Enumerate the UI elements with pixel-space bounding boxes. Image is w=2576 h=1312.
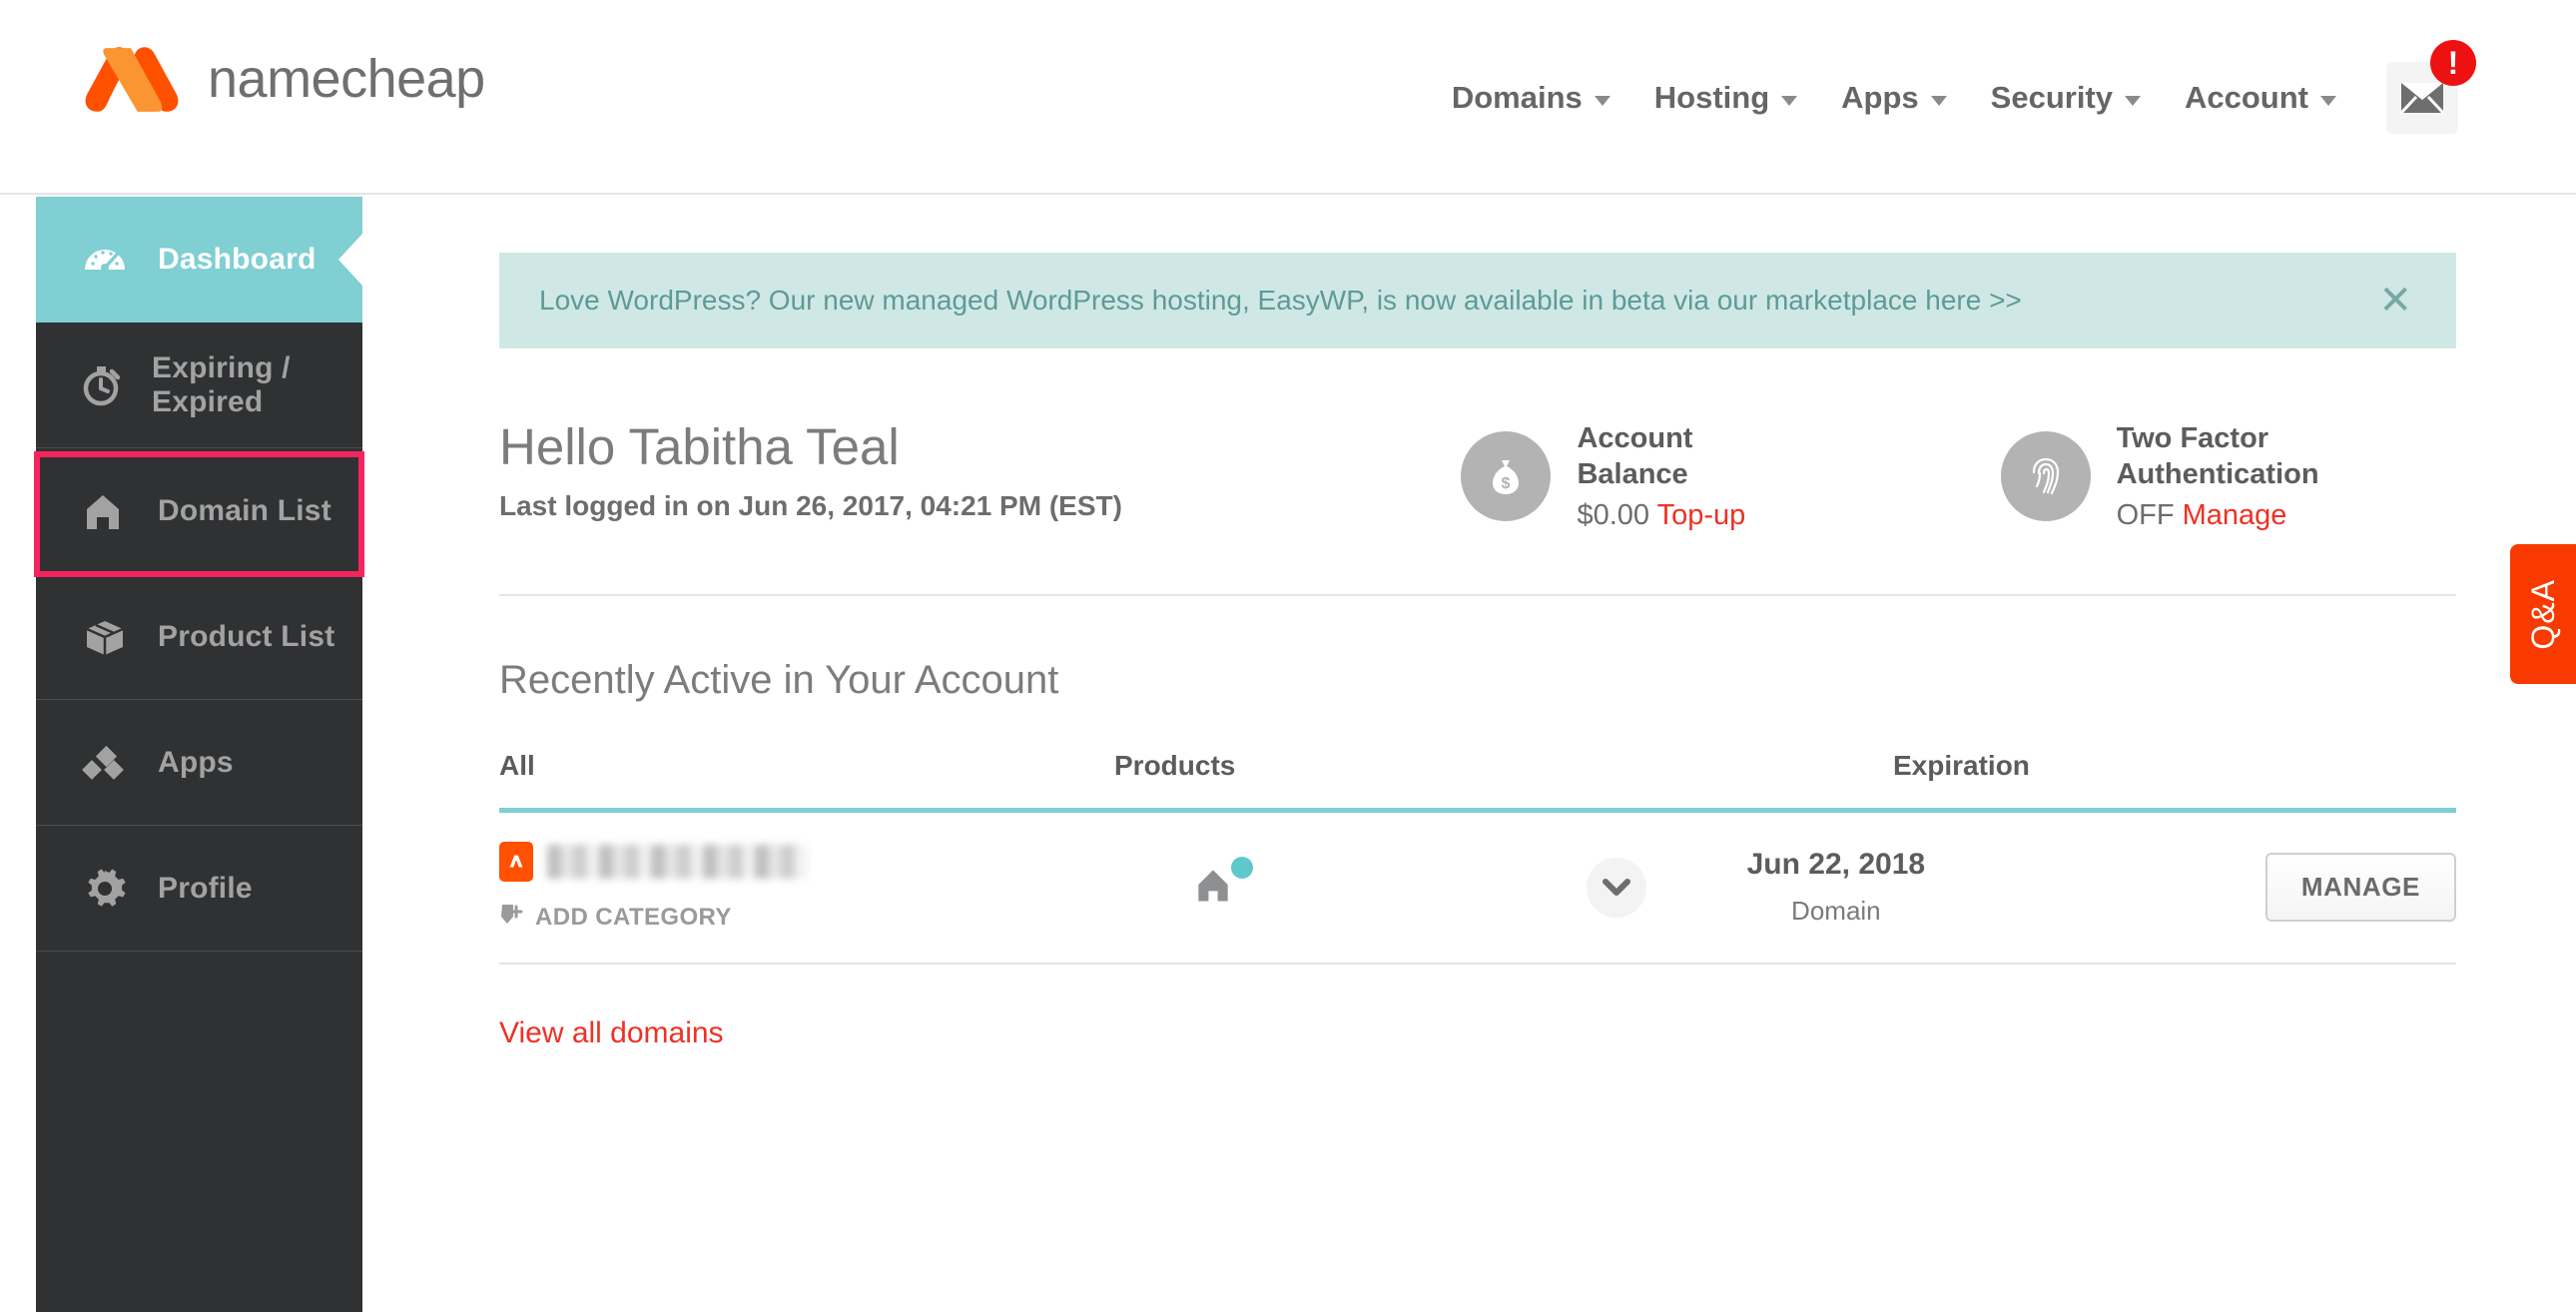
box-icon	[78, 610, 132, 664]
column-header-expiration: Expiration	[1893, 749, 2030, 781]
left-sidebar: Dashboard Expiring / Expired Domain List	[36, 197, 362, 1312]
qa-feedback-tab[interactable]: Q&A	[2510, 544, 2576, 684]
brand-logo[interactable]: namecheap	[78, 42, 485, 116]
primary-navigation: Domains Hosting Apps Security Account !	[1430, 40, 2476, 134]
nav-label-hosting: Hosting	[1653, 80, 1770, 115]
namecheap-chip-icon	[499, 842, 533, 882]
greeting-block: Hello Tabitha Teal Last logged in on Jun…	[499, 420, 1461, 522]
chevron-down-icon	[1781, 95, 1798, 106]
chevron-down-icon	[1602, 878, 1630, 896]
gear-icon	[78, 862, 132, 916]
svg-text:$: $	[1502, 475, 1511, 492]
products-cell	[937, 857, 1646, 918]
top-header: namecheap Domains Hosting Apps Security …	[0, 0, 2576, 195]
expiration-date: Jun 22, 2018	[1746, 848, 1926, 881]
sidebar-item-domain-list[interactable]: Domain List	[36, 448, 362, 574]
tag-plus-icon	[499, 902, 525, 933]
table-row: ADD CATEGORY Jun 22, 2018 Domain MANAGE	[499, 813, 2456, 965]
money-bag-icon: $	[1461, 430, 1552, 521]
view-all-domains-link[interactable]: View all domains	[499, 1016, 724, 1050]
sidebar-label-expiring-expired: Expiring / Expired	[152, 350, 291, 418]
nav-item-security[interactable]: Security	[1969, 80, 2163, 116]
column-header-all[interactable]: All	[499, 750, 1114, 808]
expand-row-button[interactable]	[1586, 857, 1646, 918]
product-house-icon-wrap	[1191, 857, 1253, 912]
expiration-cell: Jun 22, 2018 Domain MANAGE	[1646, 848, 2456, 927]
two-factor-state: OFF	[2116, 498, 2175, 531]
main-content: Love WordPress? Our new managed WordPres…	[362, 197, 2576, 1312]
qa-tab-label: Q&A	[2524, 578, 2561, 650]
sidebar-item-profile[interactable]: Profile	[36, 826, 362, 952]
recent-table-header: All Products Expiration	[499, 750, 2456, 813]
two-factor-manage-link[interactable]: Manage	[2183, 499, 2287, 531]
stopwatch-icon	[78, 358, 126, 412]
chevron-down-icon	[1594, 95, 1610, 106]
nav-label-account: Account	[2185, 80, 2308, 115]
domain-name-line	[499, 842, 937, 882]
nav-label-domains: Domains	[1451, 80, 1583, 115]
manage-button[interactable]: MANAGE	[2264, 853, 2456, 922]
nav-label-security: Security	[1990, 80, 2113, 115]
close-icon[interactable]: ✕	[2378, 281, 2412, 321]
sidebar-item-product-list[interactable]: Product List	[36, 574, 362, 700]
chevron-down-icon	[2125, 95, 2141, 106]
sidebar-label-dashboard: Dashboard	[158, 243, 317, 276]
two-factor-label: Two Factor Authentication	[2116, 422, 2319, 491]
product-status-dot	[1230, 857, 1253, 879]
domain-cell: ADD CATEGORY	[499, 842, 937, 933]
last-login-text: Last logged in on Jun 26, 2017, 04:21 PM…	[499, 489, 1122, 521]
column-header-products: Products	[1114, 749, 1236, 781]
add-category-button[interactable]: ADD CATEGORY	[499, 902, 937, 933]
fingerprint-icon	[2000, 430, 2091, 521]
content-container: Love WordPress? Our new managed WordPres…	[499, 253, 2456, 1050]
domain-name-redacted[interactable]	[547, 845, 807, 879]
add-category-label: ADD CATEGORY	[535, 903, 732, 931]
house-icon	[1198, 870, 1228, 902]
two-factor-text: Two Factor Authentication OFF Manage	[2117, 420, 2456, 532]
diamonds-icon	[78, 736, 132, 790]
account-balance-text: Account Balance $0.00 Top-up	[1577, 420, 1795, 532]
wordpress-promo-banner: Love WordPress? Our new managed WordPres…	[499, 253, 2456, 348]
page-title: Hello Tabitha Teal	[499, 418, 900, 475]
recently-active-title: Recently Active in Your Account	[499, 657, 1059, 702]
envelope-icon	[2400, 83, 2444, 114]
nav-item-apps[interactable]: Apps	[1819, 80, 1969, 116]
chevron-down-icon	[2320, 95, 2336, 106]
expiration-product-type: Domain	[1791, 896, 1881, 926]
nav-item-hosting[interactable]: Hosting	[1632, 80, 1819, 116]
account-balance-label: Account Balance	[1577, 422, 1693, 491]
messages-button[interactable]: !	[2386, 40, 2476, 134]
top-up-link[interactable]: Top-up	[1657, 499, 1746, 531]
sidebar-label-product-list: Product List	[158, 619, 335, 653]
sidebar-item-expiring-expired[interactable]: Expiring / Expired	[36, 323, 362, 448]
namecheap-logo-icon	[85, 47, 179, 112]
account-balance-value-row: $0.00 Top-up	[1577, 499, 1795, 532]
account-balance-amount: $0.00	[1577, 498, 1650, 531]
account-summary-row: Hello Tabitha Teal Last logged in on Jun…	[499, 420, 2456, 596]
house-icon	[78, 484, 132, 538]
nav-item-domains[interactable]: Domains	[1430, 80, 1632, 116]
banner-message[interactable]: Love WordPress? Our new managed WordPres…	[539, 285, 2022, 317]
sidebar-label-domain-list: Domain List	[158, 493, 331, 527]
sidebar-item-apps[interactable]: Apps	[36, 700, 362, 826]
account-balance-stat: $ Account Balance $0.00 Top-up	[1461, 420, 1795, 532]
brand-name: namecheap	[208, 49, 485, 109]
nav-label-apps: Apps	[1841, 80, 1919, 115]
two-factor-value-row: OFF Manage	[2117, 499, 2456, 532]
notification-badge: !	[2430, 40, 2476, 86]
two-factor-stat: Two Factor Authentication OFF Manage	[2000, 420, 2456, 532]
speedometer-icon	[78, 233, 132, 287]
sidebar-label-profile: Profile	[158, 871, 253, 905]
sidebar-item-dashboard[interactable]: Dashboard	[36, 197, 362, 323]
nav-item-account[interactable]: Account	[2163, 80, 2358, 116]
chevron-down-icon	[1930, 95, 1947, 106]
table-header-row: All Products Expiration	[499, 750, 2456, 808]
expiration-block: Jun 22, 2018 Domain	[1646, 848, 2026, 927]
sidebar-label-apps: Apps	[158, 745, 234, 779]
